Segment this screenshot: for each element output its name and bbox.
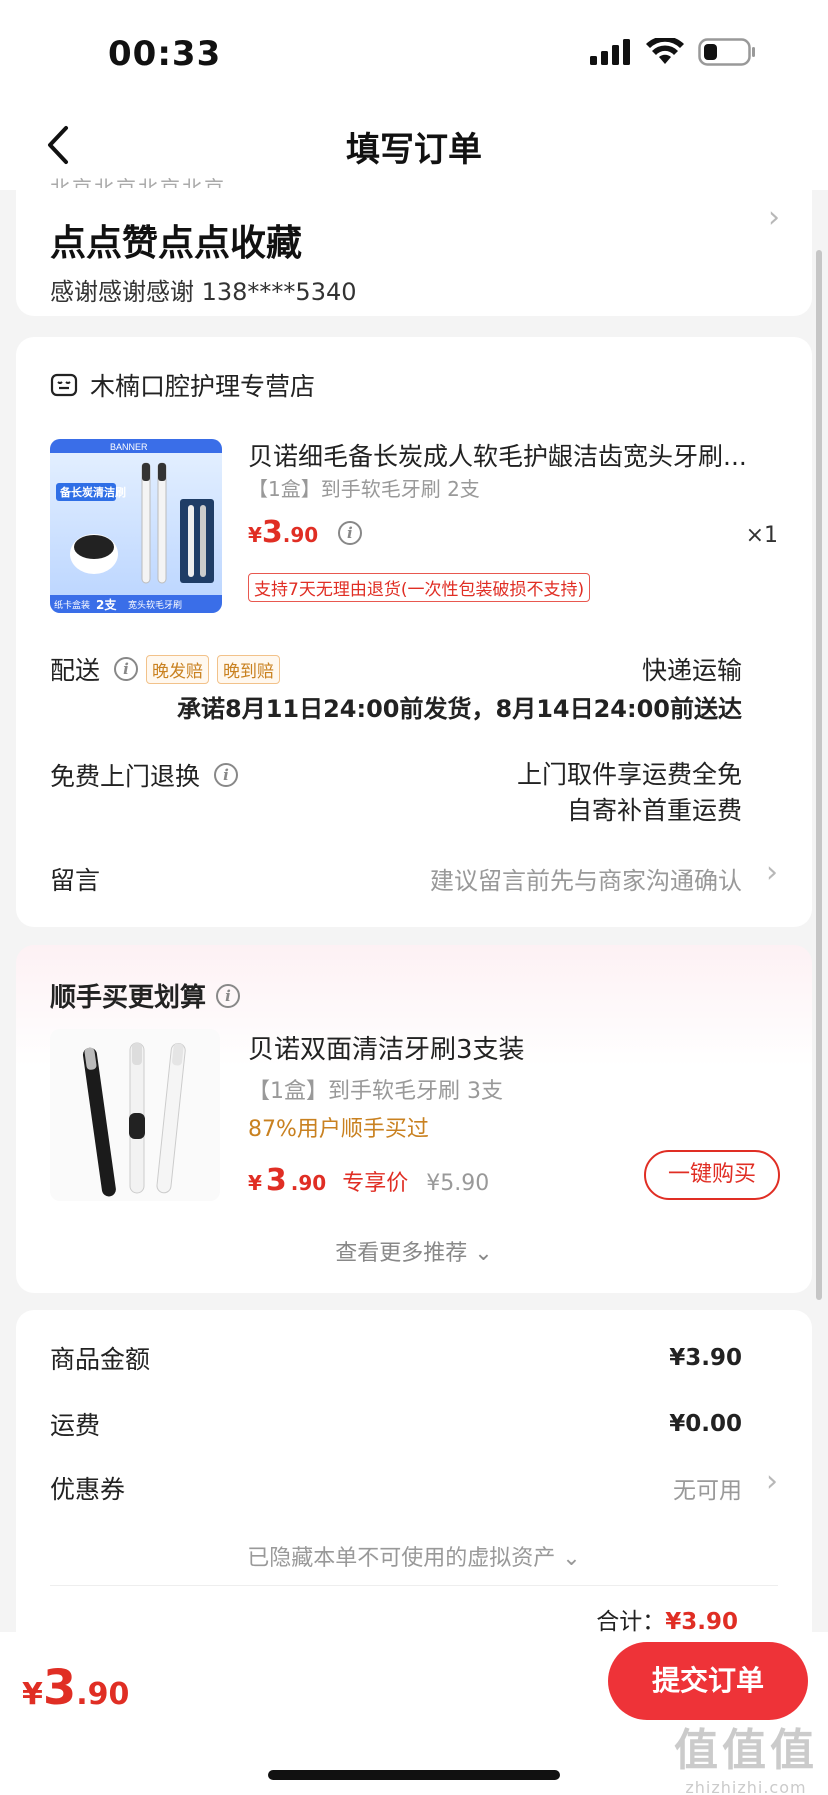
- address-card[interactable]: 北京北京北京北京 点点赞点点收藏 感谢感谢感谢 138****5340 ›: [16, 176, 812, 316]
- message-input[interactable]: 建议留言前先与商家沟通确认: [430, 861, 742, 896]
- return-policy-badge: 支持7天无理由退货(一次性包装破损不支持): [248, 573, 591, 602]
- recommend-card: 顺手买更划算 i 贝诺双面清洁牙刷3支装 【1盒】到手软毛牙刷 3支 87%用户…: [16, 945, 812, 1293]
- store-card: 木楠口腔护理专营店 BANNER 备长炭清洁刷 纸卡盒装 2支 宽头软毛牙刷 贝…: [16, 337, 812, 927]
- goods-amount-row: 商品金额 ¥3.90: [50, 1340, 742, 1376]
- return-service-row[interactable]: 免费上门退换 i: [50, 757, 239, 793]
- chevron-right-icon: ›: [766, 855, 778, 890]
- wifi-icon: [646, 38, 684, 64]
- bottom-bar: ¥3.90 提交订单 值值值 zhizhizhi.com: [0, 1632, 828, 1795]
- scrollbar[interactable]: [816, 250, 822, 1300]
- return-info-icon[interactable]: i: [214, 763, 239, 787]
- product-title[interactable]: 贝诺细毛备长炭成人软毛护龈洁齿宽头牙刷...: [248, 437, 778, 473]
- product-brand-text: BANNER: [110, 442, 148, 452]
- recommend-product-title[interactable]: 贝诺双面清洁牙刷3支装: [248, 1029, 525, 1066]
- svg-text:纸卡盒装: 纸卡盒装: [54, 599, 90, 611]
- store-icon: [50, 373, 78, 397]
- svg-text:宽头软毛牙刷: 宽头软毛牙刷: [128, 599, 182, 611]
- recommend-info-icon[interactable]: i: [216, 983, 241, 1008]
- home-indicator[interactable]: [268, 1770, 560, 1780]
- svg-text:备长炭清洁刷: 备长炭清洁刷: [59, 485, 126, 499]
- hidden-assets-toggle[interactable]: 已隐藏本单不可使用的虚拟资产 ⌄: [16, 1540, 812, 1572]
- goods-amount-value: ¥3.90: [669, 1345, 742, 1371]
- return-service-line2: 自寄补首重运费: [566, 796, 742, 825]
- divider: [50, 1585, 778, 1586]
- delivery-method: 快递运输: [641, 656, 742, 685]
- delivery-row[interactable]: 配送 i 晚发赔 晚到赔: [50, 651, 281, 687]
- address-region-text: 北京北京北京北京: [50, 176, 226, 188]
- more-recommendations-link[interactable]: 查看更多推荐 ⌄: [16, 1235, 812, 1267]
- bottom-total-price: ¥3.90: [22, 1660, 130, 1716]
- product-image[interactable]: BANNER 备长炭清洁刷 纸卡盒装 2支 宽头软毛牙刷: [50, 439, 222, 613]
- chevron-right-icon: ›: [766, 1464, 778, 1499]
- shipping-value: ¥0.00: [669, 1411, 742, 1437]
- coupon-value: 无可用: [673, 1478, 742, 1504]
- chevron-right-icon: ›: [768, 200, 780, 235]
- exclusive-price-label: 专享价: [342, 1171, 409, 1196]
- delivery-label: 配送: [50, 656, 101, 685]
- battery-icon: [698, 38, 755, 66]
- recommend-product-image[interactable]: [50, 1029, 220, 1201]
- address-title: 点点赞点点收藏: [50, 223, 303, 264]
- status-bar: 00:33: [0, 0, 828, 100]
- product-quantity[interactable]: ×1: [746, 523, 778, 548]
- store-header[interactable]: 木楠口腔护理专营店: [50, 367, 315, 403]
- total-row: 合计：¥3.90: [596, 1602, 738, 1636]
- address-contact: 感谢感谢感谢 138****5340: [50, 278, 357, 306]
- message-label: 留言: [50, 866, 101, 895]
- delivery-promise: 承诺8月11日24:00前发货，8月14日24:00前送达: [177, 695, 742, 723]
- page-title: 填写订单: [346, 130, 482, 170]
- delivery-info-icon[interactable]: i: [114, 657, 139, 681]
- product-spec[interactable]: 【1盒】到手软毛牙刷 2支: [248, 473, 480, 502]
- watermark-logo: 值值值 zhizhizhi.com: [674, 1725, 818, 1795]
- status-time: 00:33: [108, 34, 222, 74]
- submit-order-button[interactable]: 提交订单: [608, 1642, 808, 1720]
- summary-card: 商品金额 ¥3.90 运费 ¥0.00 优惠券 无可用 › 已隐藏本单不可使用的…: [16, 1310, 812, 1640]
- shipping-label: 运费: [50, 1411, 101, 1440]
- coupon-row[interactable]: 优惠券 无可用: [50, 1470, 742, 1506]
- status-icons: [590, 38, 756, 66]
- return-service-label: 免费上门退换: [50, 762, 201, 791]
- late-arrive-tag: 晚到赔: [217, 654, 281, 684]
- store-name: 木楠口腔护理专营店: [90, 372, 316, 401]
- recommend-title: 顺手买更划算 i: [50, 977, 241, 1014]
- goods-amount-label: 商品金额: [50, 1345, 151, 1374]
- late-ship-tag: 晚发赔: [146, 654, 210, 684]
- return-service-line1: 上门取件享运费全免: [516, 760, 742, 789]
- shipping-row: 运费 ¥0.00: [50, 1406, 742, 1442]
- recommend-product-spec: 【1盒】到手软毛牙刷 3支: [248, 1079, 503, 1104]
- recommend-bought-rate: 87%用户顺手买过: [248, 1117, 429, 1142]
- recommend-price: ¥3.90 专享价 ¥5.90: [248, 1163, 490, 1198]
- product-price: ¥3.90 i: [248, 515, 362, 550]
- svg-text:2支: 2支: [96, 597, 117, 612]
- coupon-label: 优惠券: [50, 1475, 126, 1504]
- cellular-signal-icon: [590, 39, 630, 65]
- price-info-icon[interactable]: i: [337, 521, 362, 545]
- one-click-buy-button[interactable]: 一键购买: [644, 1150, 780, 1200]
- original-price: ¥5.90: [426, 1171, 490, 1196]
